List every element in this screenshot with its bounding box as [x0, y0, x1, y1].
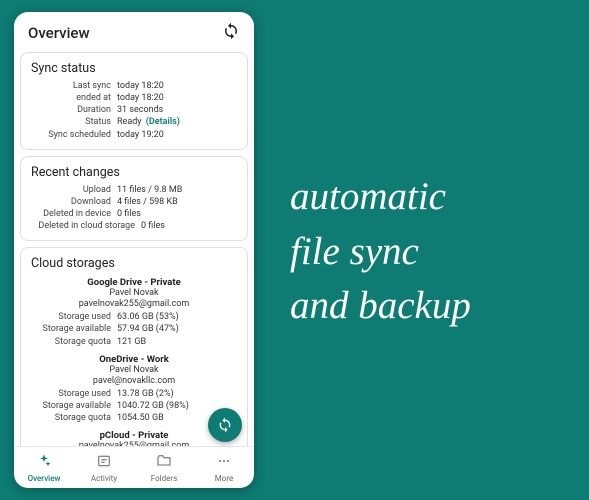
- nav-label: Activity: [91, 474, 117, 483]
- kv-value: 63.06 GB (53%): [117, 311, 237, 323]
- nav-label: Overview: [28, 474, 61, 483]
- kv-label: Download: [31, 196, 117, 208]
- kv-row: Deleted in cloud storage0 files: [31, 220, 237, 232]
- kv-value: today 18:20: [117, 80, 237, 92]
- app-header: Overview: [14, 12, 254, 52]
- more-icon: [216, 453, 232, 473]
- kv-value: 31 seconds: [117, 104, 237, 116]
- nav-label: Folders: [151, 474, 177, 483]
- kv-label: Deleted in device: [31, 208, 117, 220]
- kv-value: 57.94 GB (47%): [117, 323, 237, 335]
- kv-label: Deleted in cloud storage: [31, 220, 141, 232]
- kv-row: Deleted in device0 files: [31, 208, 237, 220]
- storage-account[interactable]: pCloud - Private pavelnovak255@gmail.com…: [31, 430, 237, 446]
- kv-label: Duration: [31, 104, 117, 116]
- recent-changes-card: Recent changes Upload11 files / 9.8 MB D…: [20, 156, 248, 242]
- storage-account[interactable]: OneDrive - Work Pavel Novak pavel@novakl…: [31, 354, 237, 424]
- kv-label: Storage used: [31, 311, 117, 323]
- folder-icon: [156, 453, 172, 473]
- nav-folders[interactable]: Folders: [134, 453, 194, 483]
- storage-user: Pavel Novak: [31, 288, 237, 298]
- promo-line: and backup: [290, 279, 471, 334]
- sync-status-card: Sync status Last synctoday 18:20 ended a…: [20, 52, 248, 150]
- kv-row: Storage used13.78 GB (2%): [31, 388, 237, 400]
- kv-value: 0 files: [141, 220, 237, 232]
- storage-name: OneDrive - Work: [31, 354, 237, 365]
- storage-name: pCloud - Private: [31, 430, 237, 441]
- bottom-nav: Overview Activity Folders More: [14, 446, 254, 488]
- kv-row: Storage quota1054.50 GB: [31, 412, 237, 424]
- storage-email: pavel@novakllc.com: [31, 376, 237, 386]
- nav-more[interactable]: More: [194, 453, 254, 483]
- sync-status-title: Sync status: [31, 61, 237, 76]
- storage-email: pavelnovak255@gmail.com: [31, 299, 237, 309]
- kv-row: Storage quota121 GB: [31, 336, 237, 348]
- promo-line: file sync: [290, 225, 471, 280]
- storage-account[interactable]: Google Drive - Private Pavel Novak pavel…: [31, 277, 237, 347]
- kv-row: Duration31 seconds: [31, 104, 237, 116]
- storage-user: Pavel Novak: [31, 365, 237, 375]
- nav-activity[interactable]: Activity: [74, 453, 134, 483]
- kv-row: Upload11 files / 9.8 MB: [31, 184, 237, 196]
- kv-value: today 19:20: [117, 129, 237, 141]
- kv-label: Upload: [31, 184, 117, 196]
- sync-fab[interactable]: [208, 408, 242, 442]
- status-value: Ready: [117, 117, 142, 127]
- promo-text: automatic file sync and backup: [290, 170, 471, 334]
- kv-row: Storage used63.06 GB (53%): [31, 311, 237, 323]
- kv-label: Storage available: [31, 400, 117, 412]
- storage-name: Google Drive - Private: [31, 277, 237, 288]
- kv-row: StatusReady (Details): [31, 116, 237, 128]
- kv-row: Last synctoday 18:20: [31, 80, 237, 92]
- kv-row: Sync scheduledtoday 19:20: [31, 129, 237, 141]
- activity-icon: [96, 453, 112, 473]
- kv-value: 4 files / 598 KB: [117, 196, 237, 208]
- kv-value: today 18:20: [117, 92, 237, 104]
- kv-label: Last sync: [31, 80, 117, 92]
- sync-icon[interactable]: [222, 22, 240, 44]
- kv-value: 121 GB: [117, 336, 237, 348]
- nav-label: More: [215, 474, 233, 483]
- nav-overview[interactable]: Overview: [14, 453, 74, 483]
- kv-label: Storage quota: [31, 412, 117, 424]
- kv-row: Storage available57.94 GB (47%): [31, 323, 237, 335]
- promo-line: automatic: [290, 170, 471, 225]
- kv-value: 13.78 GB (2%): [117, 388, 237, 400]
- kv-value: 0 files: [117, 208, 237, 220]
- kv-row: Download4 files / 598 KB: [31, 196, 237, 208]
- kv-label: Sync scheduled: [31, 129, 117, 141]
- kv-value: Ready (Details): [117, 116, 237, 128]
- content-scroll[interactable]: Sync status Last synctoday 18:20 ended a…: [14, 52, 254, 446]
- cloud-storages-title: Cloud storages: [31, 256, 237, 271]
- phone-frame: Overview Sync status Last synctoday 18:2…: [14, 12, 254, 488]
- details-link[interactable]: (Details): [146, 117, 180, 127]
- kv-value: 11 files / 9.8 MB: [117, 184, 237, 196]
- kv-label: Storage available: [31, 323, 117, 335]
- kv-label: Storage quota: [31, 336, 117, 348]
- page-title: Overview: [28, 24, 90, 42]
- recent-changes-title: Recent changes: [31, 165, 237, 180]
- kv-label: Status: [31, 116, 117, 128]
- kv-label: Storage used: [31, 388, 117, 400]
- kv-label: ended at: [31, 92, 117, 104]
- kv-row: ended attoday 18:20: [31, 92, 237, 104]
- sparkle-icon: [36, 453, 52, 473]
- kv-row: Storage available1040.72 GB (98%): [31, 400, 237, 412]
